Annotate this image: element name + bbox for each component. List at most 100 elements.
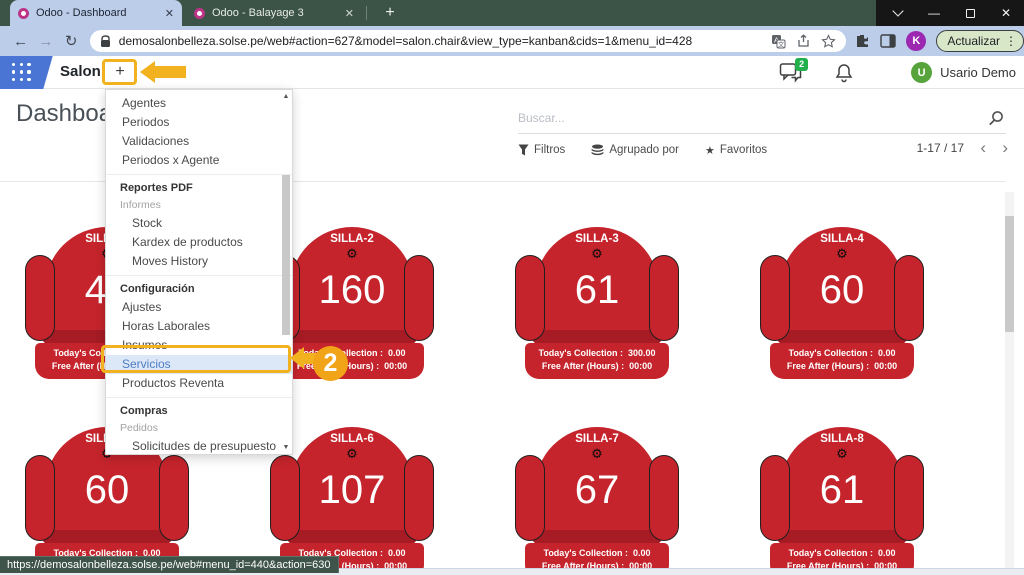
- annotation-highlight-plus: [102, 59, 137, 85]
- funnel-icon: [518, 144, 529, 156]
- menu-separator: [106, 275, 292, 276]
- chair-card-silla-4[interactable]: Today's Collection :0.00 Free After (Hou…: [760, 227, 924, 379]
- dropdown-scrollbar[interactable]: ▲ ▼: [281, 93, 291, 451]
- search-input[interactable]: [518, 104, 958, 132]
- share-icon[interactable]: [796, 34, 811, 48]
- star-icon: ★: [705, 144, 715, 157]
- gear-icon[interactable]: ⚙: [290, 447, 414, 461]
- screen: Odoo - Dashboard ✕ Odoo - Balayage 3 ✕ +…: [0, 0, 1024, 575]
- menu-item-solicitudes[interactable]: Solicitudes de presupuesto: [106, 437, 292, 455]
- favorites-button[interactable]: ★ Favoritos: [705, 144, 767, 157]
- browser-menu-kebab-icon[interactable]: ⋮: [1005, 34, 1017, 48]
- menu-item-stock[interactable]: Stock: [106, 214, 292, 233]
- gear-icon[interactable]: ⚙: [780, 247, 904, 261]
- menu-section-reportes-pdf: Reportes PDF: [106, 179, 292, 197]
- odoo-favicon: [194, 8, 205, 19]
- menu-section-compras: Compras: [106, 402, 292, 420]
- tab-balayage[interactable]: Odoo - Balayage 3 ✕: [186, 0, 362, 26]
- extensions-puzzle-icon[interactable]: [854, 33, 870, 49]
- menu-item-periodos[interactable]: Periodos: [106, 113, 292, 132]
- chair-count: 60: [780, 269, 904, 311]
- window-close-icon[interactable]: ✕: [988, 0, 1024, 26]
- notifications-bell-button[interactable]: [835, 63, 853, 83]
- back-icon[interactable]: ←: [8, 33, 33, 50]
- pager-prev-icon[interactable]: ‹: [980, 138, 986, 158]
- new-tab-button[interactable]: +: [378, 1, 402, 25]
- annotation-highlight-servicios: [101, 345, 291, 373]
- window-chevron-icon[interactable]: [880, 0, 916, 26]
- update-chrome-button[interactable]: Actualizar ⋮: [936, 30, 1024, 52]
- layers-icon: [591, 144, 604, 157]
- dropdown-scrollbar-thumb[interactable]: [282, 175, 290, 335]
- reload-icon[interactable]: ↻: [59, 32, 84, 50]
- menu-item-agentes[interactable]: Agentes: [106, 94, 292, 113]
- scroll-down-icon[interactable]: ▼: [281, 444, 291, 451]
- tab-title: Odoo - Dashboard: [36, 7, 159, 19]
- translate-icon[interactable]: A文: [771, 34, 786, 49]
- chair-name: SILLA-3: [535, 233, 659, 245]
- window-controls: — ✕: [880, 0, 1024, 26]
- filters-button[interactable]: Filtros: [518, 144, 565, 156]
- chair-count: 61: [780, 469, 904, 511]
- chair-count: 60: [45, 469, 169, 511]
- bell-icon: [835, 63, 853, 83]
- chair-name: SILLA-2: [290, 233, 414, 245]
- search-zone: [518, 104, 1006, 134]
- menu-item-horas-laborales[interactable]: Horas Laborales: [106, 317, 292, 336]
- gear-icon[interactable]: ⚙: [780, 447, 904, 461]
- gear-icon[interactable]: ⚙: [290, 247, 414, 261]
- window-restore-icon[interactable]: [952, 0, 988, 26]
- bookmark-star-icon[interactable]: [821, 34, 836, 49]
- menu-item-ajustes[interactable]: Ajustes: [106, 298, 292, 317]
- chair-card-silla-7[interactable]: Today's Collection :0.00 Free After (Hou…: [515, 427, 679, 575]
- toolbar-right: K Actualizar ⋮: [854, 30, 1024, 52]
- tab-dashboard[interactable]: Odoo - Dashboard ✕: [10, 0, 182, 26]
- menu-item-validaciones[interactable]: Validaciones: [106, 132, 292, 151]
- chair-name: SILLA-7: [535, 433, 659, 445]
- messages-button[interactable]: 2: [779, 62, 805, 84]
- content-scrollbar-thumb[interactable]: [1005, 216, 1014, 332]
- app-name[interactable]: Salon: [60, 63, 101, 80]
- gear-icon[interactable]: ⚙: [535, 447, 659, 461]
- gear-icon[interactable]: ⚙: [535, 247, 659, 261]
- menu-item-moves-history[interactable]: Moves History: [106, 252, 292, 271]
- tab-close-icon[interactable]: ✕: [165, 7, 174, 20]
- chair-name: SILLA-4: [780, 233, 904, 245]
- url-text: demosalonbelleza.solse.pe/web#action=627…: [119, 34, 762, 48]
- apps-grid-icon[interactable]: [12, 63, 32, 82]
- search-icon[interactable]: [988, 110, 1004, 126]
- salon-menu-dropdown: Agentes Periodos Validaciones Periodos x…: [105, 89, 293, 455]
- window-minimize-icon[interactable]: —: [916, 0, 952, 26]
- browser-profile-avatar[interactable]: K: [906, 31, 926, 51]
- menu-item-productos-reventa[interactable]: Productos Reventa: [106, 374, 292, 393]
- forward-icon[interactable]: →: [33, 33, 58, 50]
- lock-icon: [100, 35, 111, 48]
- chair-card-silla-6[interactable]: Today's Collection :0.00 Free After (Hou…: [270, 427, 434, 575]
- menu-item-periodos-x-agente[interactable]: Periodos x Agente: [106, 151, 292, 170]
- menu-subsection-pedidos: Pedidos: [106, 420, 292, 437]
- chair-name: SILLA-8: [780, 433, 904, 445]
- menu-separator: [106, 397, 292, 398]
- address-bar[interactable]: demosalonbelleza.solse.pe/web#action=627…: [90, 30, 847, 52]
- pager-next-icon[interactable]: ›: [1002, 138, 1008, 158]
- messages-badge: 2: [795, 58, 808, 71]
- side-panel-icon[interactable]: [880, 34, 896, 48]
- user-name[interactable]: Usario Demo: [940, 65, 1016, 80]
- chair-card-silla-8[interactable]: Today's Collection :0.00 Free After (Hou…: [760, 427, 924, 575]
- svg-text:文: 文: [778, 39, 785, 48]
- navbar-right: 2 U Usario Demo: [779, 56, 1016, 89]
- user-avatar[interactable]: U: [911, 62, 932, 83]
- menu-item-kardex[interactable]: Kardex de productos: [106, 233, 292, 252]
- menu-section-configuracion: Configuración: [106, 280, 292, 298]
- pager-count: 1-17 / 17: [917, 141, 964, 155]
- content-scrollbar[interactable]: [1005, 192, 1014, 568]
- tab-close-icon[interactable]: ✕: [345, 7, 354, 20]
- group-by-button[interactable]: Agrupado por: [591, 144, 679, 157]
- tab-separator: [366, 6, 367, 20]
- odoo-favicon: [18, 8, 29, 19]
- chair-name: SILLA-6: [290, 433, 414, 445]
- scroll-up-icon[interactable]: ▲: [281, 93, 291, 100]
- chair-card-silla-3[interactable]: Today's Collection :300.00 Free After (H…: [515, 227, 679, 379]
- annotation-step-badge: 2: [313, 346, 348, 381]
- browser-tab-strip: Odoo - Dashboard ✕ Odoo - Balayage 3 ✕ +…: [0, 0, 1024, 26]
